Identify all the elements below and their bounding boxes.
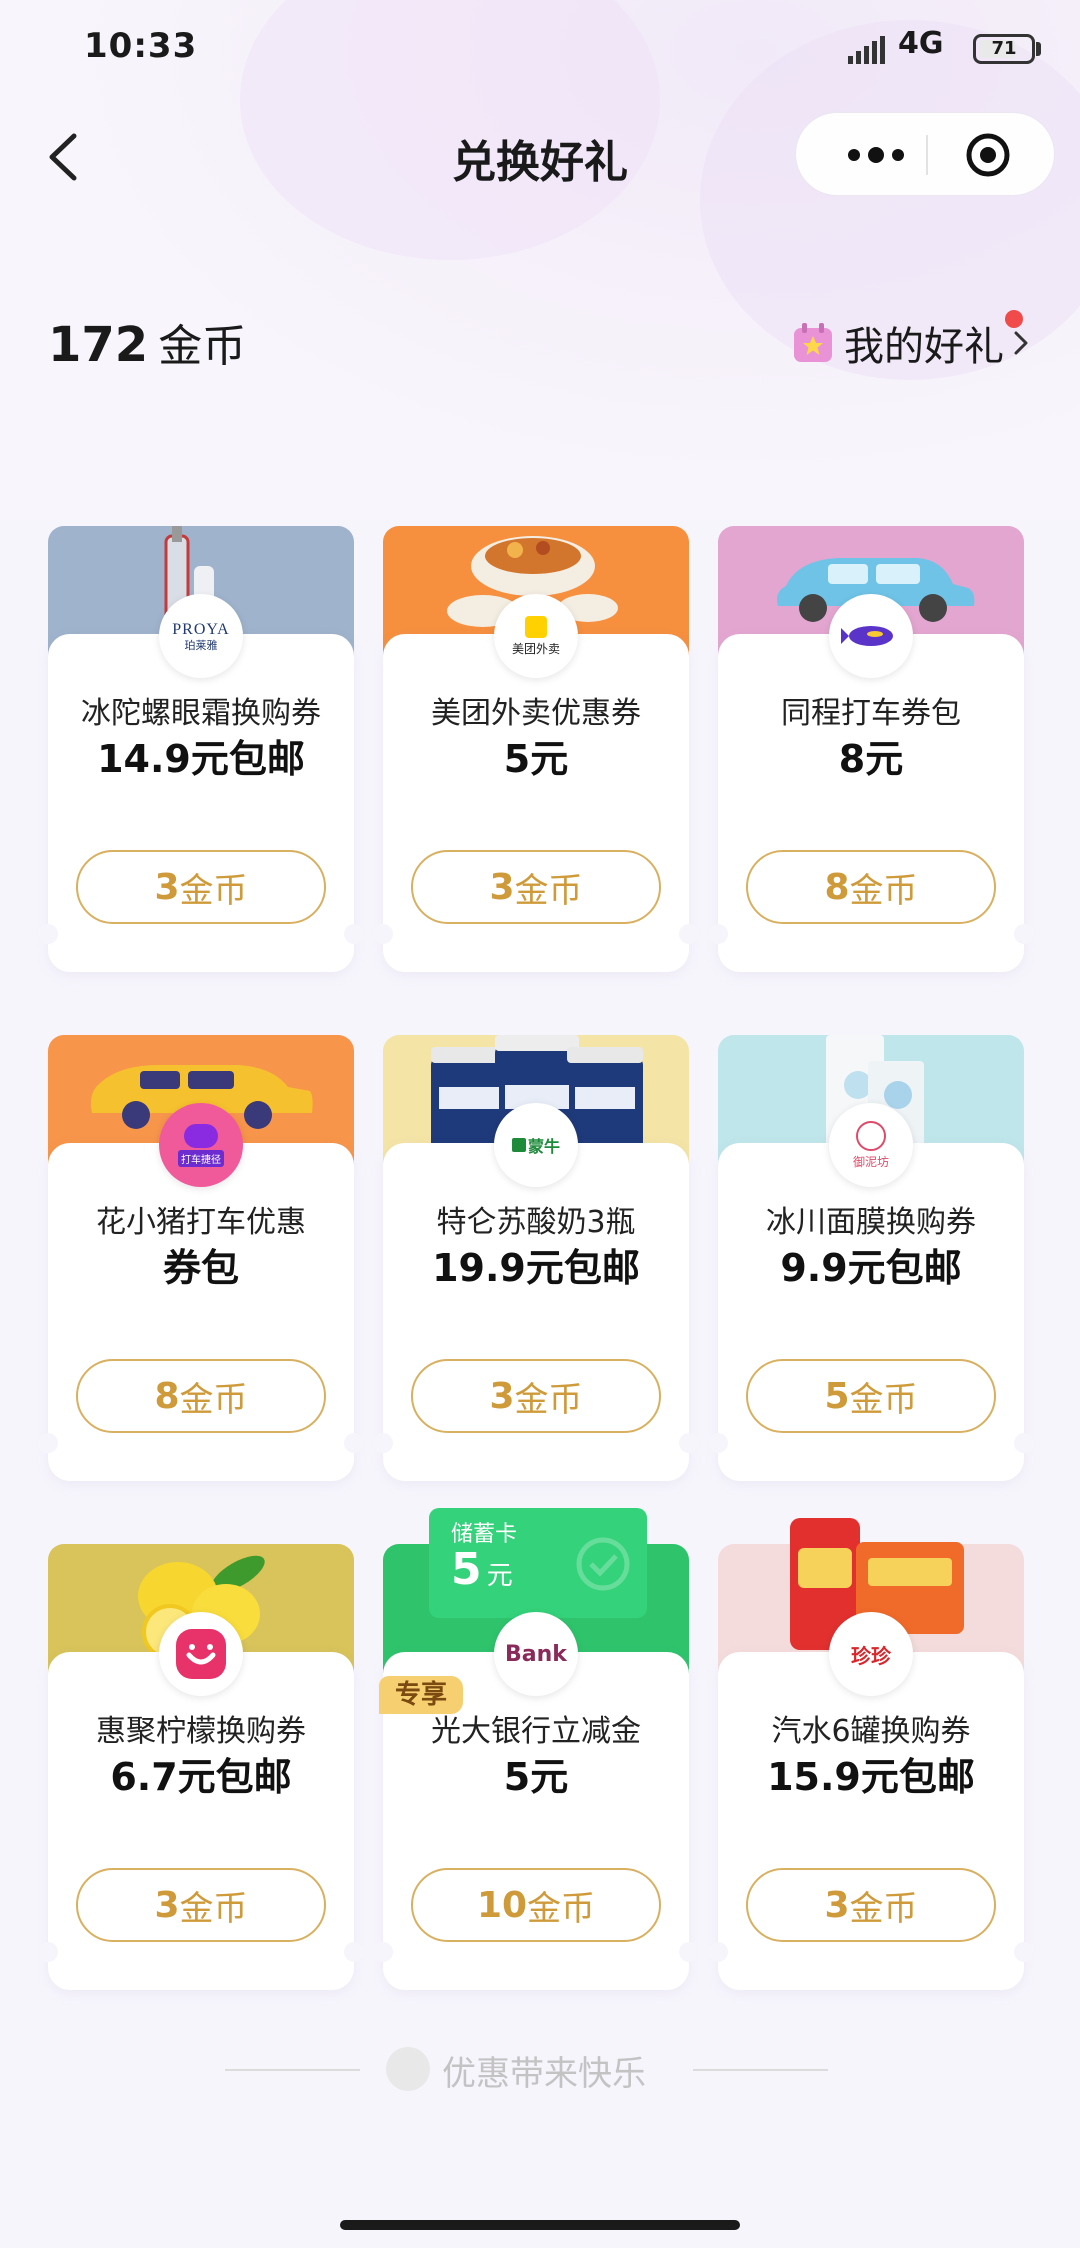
gift-card[interactable]: 同程打车券包 8元 8 金币 <box>708 526 1034 972</box>
card-title: 冰川面膜换购券 <box>766 1205 976 1240</box>
ticket-notch <box>38 1433 58 1453</box>
ticket-notch <box>38 1942 58 1962</box>
card-subtitle: 6.7元包邮 <box>110 1755 292 1799</box>
card-subtitle: 14.9元包邮 <box>97 737 305 781</box>
ticket-notch <box>679 924 699 944</box>
card-title: 同程打车券包 <box>781 696 961 731</box>
card-title: 汽水6罐换购券 <box>771 1714 971 1749</box>
gift-card[interactable]: PROYA 珀莱雅 冰陀螺眼霜换购券 14.9元包邮 3 金币 <box>38 526 364 972</box>
card-subtitle: 8元 <box>838 737 904 781</box>
ticket-notch <box>708 924 728 944</box>
redeem-button[interactable]: 3 金币 <box>76 850 326 924</box>
brand-logo: PROYA 珀莱雅 <box>159 594 243 678</box>
my-gifts-label: 我的好礼 <box>844 324 1004 370</box>
battery-nub <box>1036 42 1041 56</box>
network-type: 4G <box>898 26 944 61</box>
gift-card[interactable]: 御泥坊 冰川面膜换购券 9.9元包邮 5 金币 <box>708 1035 1034 1481</box>
signal-icon <box>848 36 885 64</box>
card-subtitle: 19.9元包邮 <box>432 1246 640 1290</box>
coin-amount: 172 <box>48 317 149 373</box>
ticket-notch <box>373 1433 393 1453</box>
my-gifts-link[interactable]: 我的好礼 <box>792 310 1034 370</box>
redeem-button[interactable]: 8 金币 <box>76 1359 326 1433</box>
ticket-notch <box>1014 924 1034 944</box>
card-title: 光大银行立减金 <box>431 1714 641 1749</box>
redeem-button[interactable]: 3 金币 <box>76 1868 326 1942</box>
redeem-button[interactable]: 8 金币 <box>746 850 996 924</box>
battery-icon: 71 <box>973 34 1035 64</box>
card-subtitle: 15.9元包邮 <box>767 1755 975 1799</box>
redeem-button[interactable]: 3 金币 <box>746 1868 996 1942</box>
footer-slogan: 优惠带来快乐 <box>0 2044 1080 2094</box>
brand-logo: 珍珍 <box>829 1612 913 1696</box>
card-subtitle: 5元 <box>503 1755 569 1799</box>
ticket-notch <box>344 1942 364 1962</box>
ticket-notch <box>344 1433 364 1453</box>
ticket-notch <box>373 924 393 944</box>
gift-card[interactable]: 打车捷径 花小猪打车优惠 券包 8 金币 <box>38 1035 364 1481</box>
footer-logo-icon <box>386 2047 430 2091</box>
ticket-notch <box>679 1942 699 1962</box>
brand-logo: 美团外卖 <box>494 594 578 678</box>
check-watermark-icon <box>576 1537 630 1591</box>
redeem-button[interactable]: 10 金币 <box>411 1868 661 1942</box>
card-subtitle: 9.9元包邮 <box>780 1246 962 1290</box>
gift-card[interactable]: 储蓄卡 5 元 Bank 专享 光大银行立减金 5元 10 金币 <box>373 1508 699 1990</box>
more-icon[interactable] <box>836 137 916 173</box>
brand-logo: 打车捷径 <box>159 1103 243 1187</box>
ticket-notch <box>373 1942 393 1962</box>
gift-card[interactable]: 惠聚柠檬换购券 6.7元包邮 3 金币 <box>38 1544 364 1990</box>
redeem-button[interactable]: 3 金币 <box>411 850 661 924</box>
gift-card[interactable]: 珍珍 汽水6罐换购券 15.9元包邮 3 金币 <box>708 1518 1034 1990</box>
ticket-notch <box>708 1433 728 1453</box>
brand-logo: Bank <box>494 1612 578 1696</box>
ticket-notch <box>1014 1433 1034 1453</box>
gift-card[interactable]: 美团外卖 美团外卖优惠券 5元 3 金币 <box>373 526 699 972</box>
brand-logo: 御泥坊 <box>829 1103 913 1187</box>
coupon-amount: 5 元 <box>451 1544 513 1595</box>
brand-logo: 蒙牛 <box>494 1103 578 1187</box>
card-title: 花小猪打车优惠 <box>96 1205 306 1240</box>
smile-logo-icon <box>159 1612 243 1696</box>
blimp-logo-icon <box>829 594 913 678</box>
status-time: 10:33 <box>84 26 198 66</box>
card-subtitle: 券包 <box>162 1246 239 1290</box>
card-subtitle: 5元 <box>503 737 569 781</box>
calendar-star-icon <box>794 323 832 362</box>
home-indicator[interactable] <box>340 2220 740 2230</box>
coupon-ticket: 储蓄卡 5 元 <box>429 1508 647 1618</box>
capsule-divider <box>926 135 928 175</box>
gift-card[interactable]: 蒙牛 特仑苏酸奶3瓶 19.9元包邮 3 金币 <box>373 1035 699 1481</box>
footer-divider <box>693 2069 828 2071</box>
chevron-right-icon <box>1014 331 1028 355</box>
ticket-notch <box>344 924 364 944</box>
close-target-icon[interactable] <box>964 131 1012 179</box>
notification-dot <box>1005 310 1023 328</box>
ticket-notch <box>708 1942 728 1962</box>
footer-text: 优惠带来快乐 <box>442 2054 646 2094</box>
status-bar: 10:33 4G 71 <box>0 0 1080 96</box>
ticket-notch <box>38 924 58 944</box>
mini-program-capsule <box>795 112 1055 196</box>
card-title: 惠聚柠檬换购券 <box>96 1714 306 1749</box>
footer-divider <box>225 2069 360 2071</box>
ticket-notch <box>1014 1942 1034 1962</box>
coin-balance: 172 金币 <box>48 310 246 374</box>
coin-unit: 金币 <box>158 321 247 372</box>
redeem-button[interactable]: 3 金币 <box>411 1359 661 1433</box>
battery-percent: 71 <box>991 38 1017 59</box>
card-title: 冰陀螺眼霜换购券 <box>81 696 321 731</box>
card-title: 美团外卖优惠券 <box>431 696 641 731</box>
card-title: 特仑苏酸奶3瓶 <box>436 1205 636 1240</box>
ticket-notch <box>679 1433 699 1453</box>
redeem-button[interactable]: 5 金币 <box>746 1359 996 1433</box>
